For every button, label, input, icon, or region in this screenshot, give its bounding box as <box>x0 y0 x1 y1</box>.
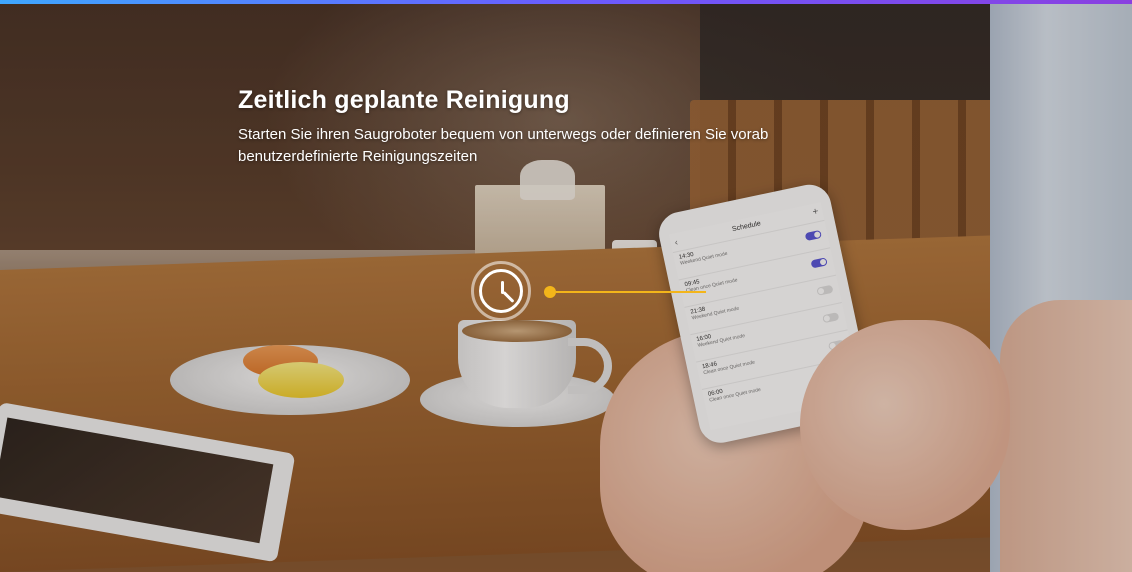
clock-face <box>479 269 523 313</box>
hero-headline: Zeitlich geplante Reinigung <box>238 86 570 114</box>
top-accent-bar <box>0 0 1132 4</box>
hero-subline: Starten Sie ihren Saugroboter bequem von… <box>238 126 769 165</box>
clock-icon <box>471 261 531 321</box>
connector-line <box>556 291 706 293</box>
clock-minute-hand <box>502 290 515 303</box>
hero-banner: ‹ Schedule + 14:30 Weekend Quiet mode 09… <box>0 0 1132 572</box>
connector-dot <box>544 286 556 298</box>
